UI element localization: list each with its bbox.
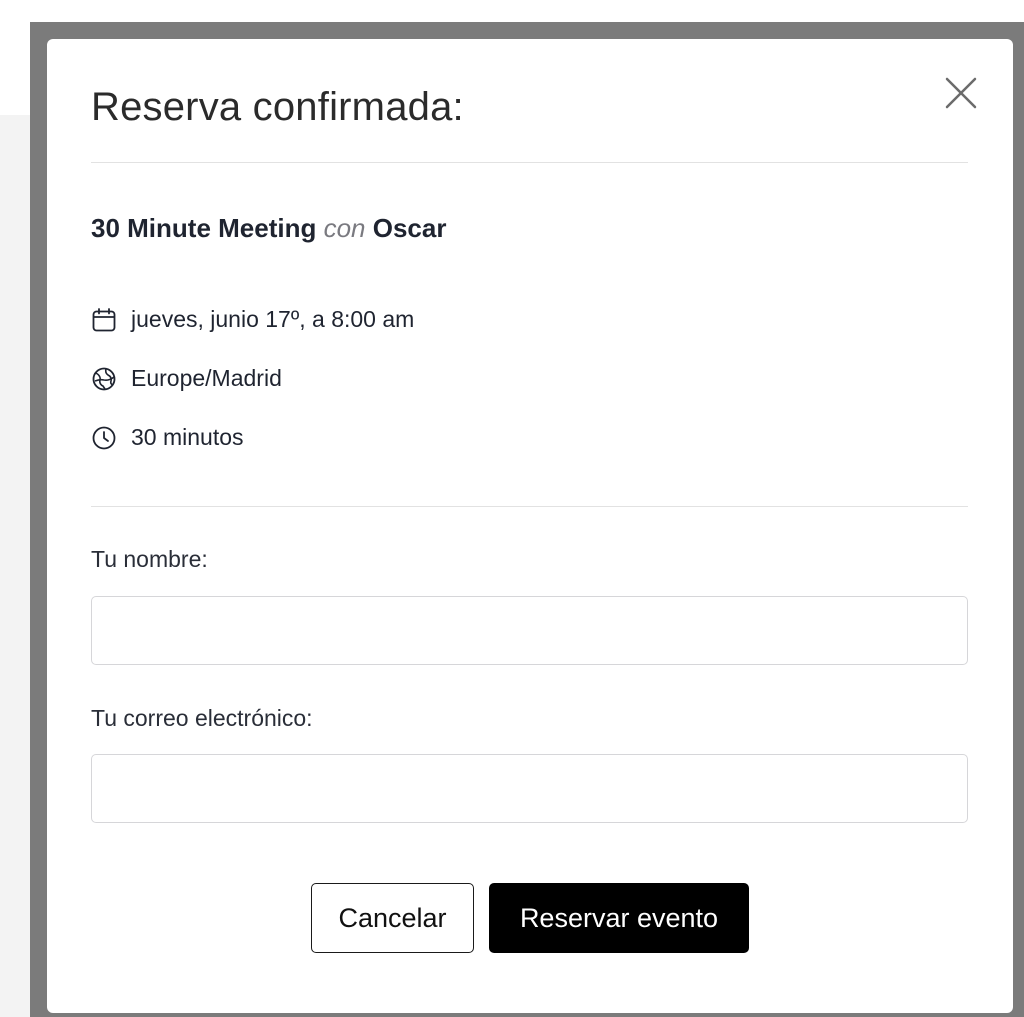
event-name: 30 Minute Meeting <box>91 213 317 243</box>
email-input[interactable] <box>91 754 968 823</box>
globe-icon <box>91 366 117 392</box>
close-icon <box>945 77 977 109</box>
event-host: Oscar <box>372 213 447 243</box>
name-input[interactable] <box>91 596 968 665</box>
dialog-title: Reserva confirmada: <box>91 85 464 129</box>
event-date-row: jueves, junio 17º, a 8:00 am <box>91 306 414 333</box>
details-divider <box>91 506 968 507</box>
event-date: jueves, junio 17º, a 8:00 am <box>131 306 415 332</box>
event-duration: 30 minutos <box>131 424 244 450</box>
event-connector: con <box>323 213 366 243</box>
cancel-button[interactable]: Cancelar <box>311 883 474 953</box>
book-event-button[interactable]: Reservar evento <box>489 883 749 953</box>
title-divider <box>91 162 968 163</box>
event-timezone: Europe/Madrid <box>131 365 282 391</box>
booking-confirmation-dialog: Reserva confirmada: 30 Minute Meeting co… <box>47 39 1013 1013</box>
close-button[interactable] <box>943 75 979 111</box>
clock-icon <box>91 425 117 451</box>
event-timezone-row: Europe/Madrid <box>91 365 282 392</box>
calendar-icon <box>91 307 117 333</box>
page-background <box>0 115 30 1017</box>
name-label: Tu nombre: <box>91 546 208 572</box>
email-label: Tu correo electrónico: <box>91 705 313 731</box>
event-duration-row: 30 minutos <box>91 424 244 451</box>
event-summary: 30 Minute Meeting con Oscar <box>91 213 446 244</box>
